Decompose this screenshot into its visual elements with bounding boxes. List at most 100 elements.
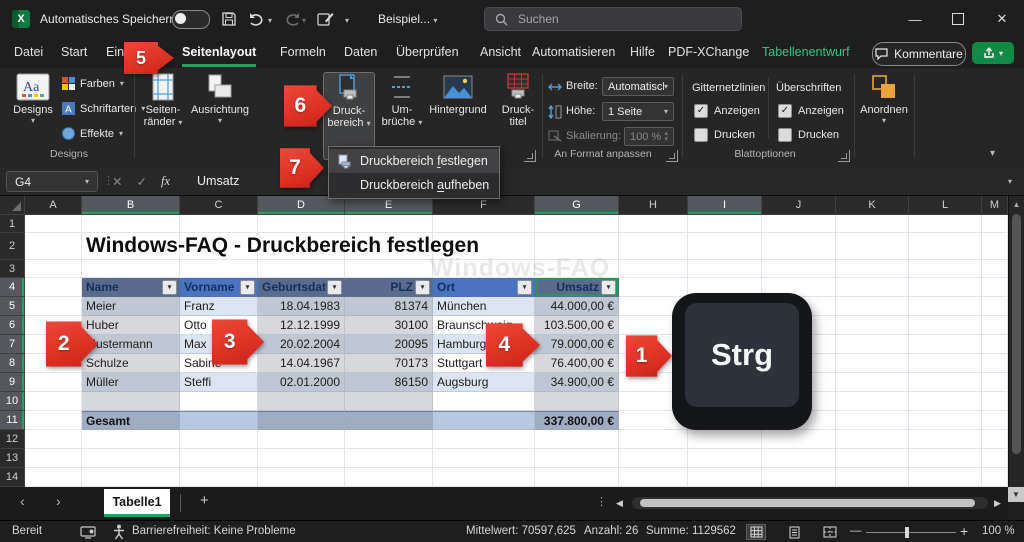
menu-item-druckbereich-aufheben[interactable]: Druckbereich aufheben: [329, 173, 499, 197]
grid-cell[interactable]: [982, 449, 1008, 468]
row-header-5[interactable]: 5: [0, 297, 25, 316]
draw-stamp-icon[interactable]: [314, 8, 336, 30]
grid-cell[interactable]: [82, 260, 180, 278]
grid-cell[interactable]: [836, 215, 909, 233]
grid-cell[interactable]: [909, 354, 982, 373]
grid-cell[interactable]: [688, 260, 762, 278]
undo-chevron-icon[interactable]: ▾: [268, 16, 272, 25]
farben-button[interactable]: Farben▾: [62, 77, 124, 90]
grid-cell[interactable]: [762, 233, 836, 260]
grid-cell[interactable]: [345, 430, 433, 449]
table-empty-cell[interactable]: [433, 392, 535, 411]
grid-cell[interactable]: [836, 233, 909, 260]
table-cell[interactable]: Müller: [82, 373, 180, 392]
table-total-cell[interactable]: Gesamt: [82, 411, 180, 430]
grid-cell[interactable]: [982, 233, 1008, 260]
grid-cell[interactable]: [258, 430, 345, 449]
table-cell[interactable]: Steffi: [180, 373, 258, 392]
grid-cell[interactable]: [762, 215, 836, 233]
table-empty-cell[interactable]: [180, 392, 258, 411]
grid-cell[interactable]: [836, 297, 909, 316]
grid-cell[interactable]: [836, 430, 909, 449]
add-sheet-button[interactable]: +: [200, 492, 209, 509]
table-cell[interactable]: 18.04.1983: [258, 297, 345, 316]
grid-cell[interactable]: [82, 215, 180, 233]
table-cell[interactable]: 70173: [345, 354, 433, 373]
row-header-1[interactable]: 1: [0, 215, 25, 233]
table-empty-cell[interactable]: [535, 392, 619, 411]
table-total-cell[interactable]: [180, 411, 258, 430]
grid-cell[interactable]: [25, 215, 82, 233]
column-header-G[interactable]: G: [535, 196, 619, 215]
grid-cell[interactable]: [982, 297, 1008, 316]
hscroll-right-icon[interactable]: ▶: [994, 498, 1001, 509]
grid-cell[interactable]: [762, 449, 836, 468]
table-empty-cell[interactable]: [258, 392, 345, 411]
schriftarten-button[interactable]: A Schriftarten▾: [62, 102, 145, 115]
row-header-2[interactable]: 2: [0, 233, 25, 260]
table-header-0[interactable]: Name▾: [82, 278, 180, 297]
save-icon[interactable]: [218, 8, 240, 30]
column-header-B[interactable]: B: [82, 196, 180, 215]
tab-daten[interactable]: Daten: [344, 45, 377, 64]
grid-cell[interactable]: [258, 260, 345, 278]
comments-button[interactable]: Kommentare: [872, 42, 966, 66]
table-cell[interactable]: 76.400,00 €: [535, 354, 619, 373]
grid-cell[interactable]: [258, 215, 345, 233]
grid-cell[interactable]: [619, 215, 688, 233]
table-cell[interactable]: 20095: [345, 335, 433, 354]
grid-cell[interactable]: [25, 373, 82, 392]
table-header-5[interactable]: Umsatz▾: [535, 278, 619, 297]
row-header-4[interactable]: 4: [0, 278, 25, 297]
filter-button-icon[interactable]: ▾: [415, 280, 430, 295]
grid-cell[interactable]: [180, 468, 258, 487]
filter-button-icon[interactable]: ▾: [327, 280, 342, 295]
grid-cell[interactable]: [982, 411, 1008, 430]
row-header-12[interactable]: 12: [0, 430, 25, 449]
grid-cell[interactable]: [909, 411, 982, 430]
grid-cell[interactable]: [982, 215, 1008, 233]
grid-cell[interactable]: [433, 449, 535, 468]
grid-cell[interactable]: [836, 335, 909, 354]
table-cell[interactable]: 20.02.2004: [258, 335, 345, 354]
column-header-C[interactable]: C: [180, 196, 258, 215]
grid-cell[interactable]: [258, 468, 345, 487]
grid-cell[interactable]: [345, 260, 433, 278]
grid-cell[interactable]: [909, 260, 982, 278]
column-header-I[interactable]: I: [688, 196, 762, 215]
sheet-options-dialog-launcher[interactable]: [838, 150, 850, 162]
grid-cell[interactable]: [836, 449, 909, 468]
column-header-J[interactable]: J: [762, 196, 836, 215]
accessibility-status[interactable]: Barrierefreiheit: Keine Probleme: [132, 525, 296, 537]
tab-automatisieren[interactable]: Automatisieren: [532, 45, 615, 64]
grid-cell[interactable]: [180, 260, 258, 278]
ausrichtung-button[interactable]: Ausrichtung ▾: [190, 72, 250, 125]
table-total-cell[interactable]: [433, 411, 535, 430]
table-header-4[interactable]: Ort▾: [433, 278, 535, 297]
grid-cell[interactable]: [836, 278, 909, 297]
table-cell[interactable]: 12.12.1999: [258, 316, 345, 335]
page-layout-view-icon[interactable]: [784, 524, 804, 540]
row-header-9[interactable]: 9: [0, 373, 25, 392]
sheet-tab-tabelle1[interactable]: Tabelle1: [104, 489, 170, 517]
anordnen-button[interactable]: Anordnen ▾: [856, 72, 912, 125]
tab-ueberpruefen[interactable]: Überprüfen: [396, 45, 459, 64]
zoom-slider[interactable]: [866, 532, 956, 533]
display-settings-icon[interactable]: [80, 526, 96, 539]
grid-cell[interactable]: [909, 297, 982, 316]
filter-button-icon[interactable]: ▾: [240, 280, 255, 295]
grid-cell[interactable]: [982, 430, 1008, 449]
grid-cell[interactable]: [25, 411, 82, 430]
insert-function-icon[interactable]: fx: [161, 174, 170, 189]
grid-cell[interactable]: [688, 449, 762, 468]
column-header-M[interactable]: M: [982, 196, 1008, 215]
grid-cell[interactable]: [433, 430, 535, 449]
gridlines-drucken-checkbox[interactable]: Drucken: [694, 128, 755, 142]
grid-cell[interactable]: [836, 316, 909, 335]
excel-app-icon[interactable]: X: [12, 10, 30, 28]
grid-cell[interactable]: [180, 215, 258, 233]
table-cell[interactable]: 103.500,00 €: [535, 316, 619, 335]
grid-cell[interactable]: [982, 468, 1008, 487]
grid-cell[interactable]: [619, 233, 688, 260]
row-header-7[interactable]: 7: [0, 335, 25, 354]
